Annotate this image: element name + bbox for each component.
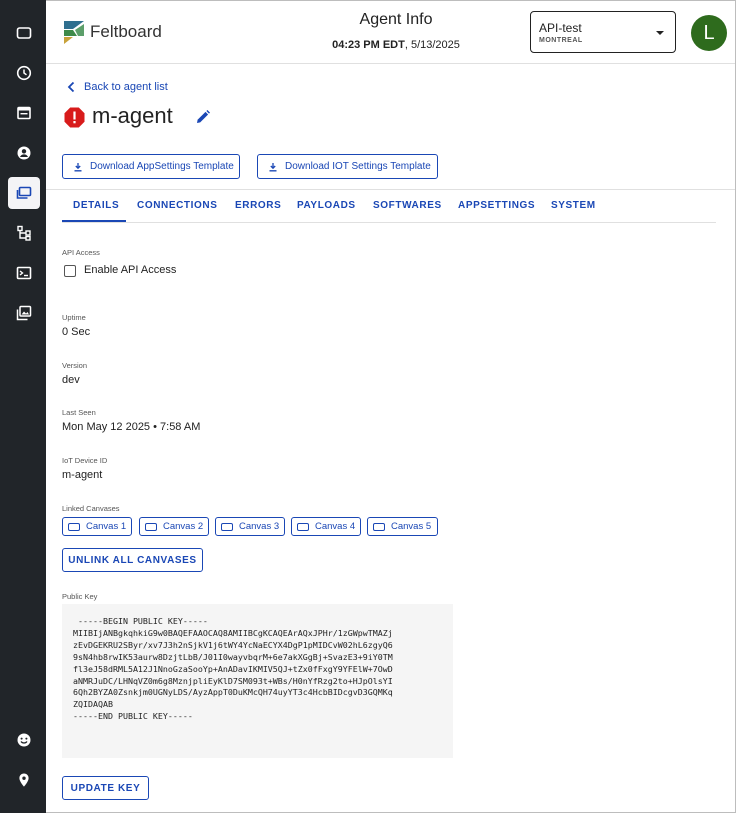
back-link[interactable]: Back to agent list [66,81,168,93]
canvas-chip-2[interactable]: Canvas 2 [139,517,209,536]
linked-canvases-label: Linked Canvases [62,504,120,513]
download-iot-settings-button[interactable]: Download IOT Settings Template [257,154,438,179]
tab-connections[interactable]: CONNECTIONS [137,200,218,211]
canvas-icon [221,522,233,531]
canvas-icon [297,522,309,531]
canvas-chip-label: Canvas 2 [163,521,204,532]
uptime-label: Uptime [62,313,86,322]
uptime-value: 0 Sec [62,326,91,338]
canvas-chip-label: Canvas 4 [315,521,356,532]
clock-icon[interactable] [8,57,40,89]
terminal-icon[interactable] [8,257,40,289]
api-access-label: API Access [62,248,100,257]
tab-errors[interactable]: ERRORS [235,200,281,211]
brand-name: Feltboard [90,22,162,41]
tab-softwares[interactable]: SOFTWARES [373,200,442,211]
download-appsettings-button[interactable]: Download AppSettings Template [62,154,240,179]
agent-name: m-agent [92,103,173,128]
canvas-icon [145,522,157,531]
iot-device-id-value: m-agent [62,469,103,481]
canvas-chip-5[interactable]: Canvas 5 [367,517,438,536]
canvas-chip-3[interactable]: Canvas 3 [215,517,285,536]
version-label: Version [62,361,88,370]
last-seen-label: Last Seen [62,408,96,417]
avatar[interactable]: L [691,15,727,51]
current-time-main: 04:23 PM EDT [332,39,405,51]
tab-appsettings[interactable]: APPSETTINGS [458,200,535,211]
download-appsettings-label: Download AppSettings Template [90,161,234,172]
public-key-label: Public Key [62,592,98,601]
enable-api-checkbox[interactable] [64,265,76,277]
support-icon[interactable] [8,724,40,756]
canvas-icon [373,522,385,531]
chevron-down-icon [656,31,664,35]
tab-payloads[interactable]: PAYLOADS [297,200,356,211]
public-key-value[interactable]: -----BEGIN PUBLIC KEY----- MIIBIjANBgkqh… [62,604,453,758]
monitor-icon[interactable] [8,17,40,49]
update-key-button[interactable]: UPDATE KEY [62,776,149,800]
tab-bar: DETAILS CONNECTIONS ERRORS PAYLOADS SOFT… [62,190,716,223]
edit-icon[interactable] [195,109,211,125]
canvases-icon[interactable] [8,177,40,209]
account-icon[interactable] [8,137,40,169]
media-icon[interactable] [8,297,40,329]
page-title: Agent Info [359,11,433,28]
unlink-all-canvases-button[interactable]: UNLINK ALL CANVASES [62,548,203,572]
canvas-chip-1[interactable]: Canvas 1 [62,517,132,536]
hierarchy-icon[interactable] [8,217,40,249]
canvas-chip-label: Canvas 3 [239,521,280,532]
error-status-icon [64,107,85,128]
enable-api-label[interactable]: Enable API Access [84,264,176,276]
workspace-location: MONTREAL [539,37,583,44]
download-iot-settings-label: Download IOT Settings Template [285,161,431,172]
current-time: 04:23 PM EDT, 5/13/2025 [276,39,516,51]
canvas-chip-4[interactable]: Canvas 4 [291,517,361,536]
feltboard-logo [64,21,84,44]
workspace-selector[interactable]: API-test MONTREAL [530,11,676,53]
download-icon [269,162,277,171]
iot-device-id-label: IoT Device ID [62,456,108,465]
last-seen-value: Mon May 12 2025 • 7:58 AM [62,421,201,433]
canvas-chip-label: Canvas 1 [86,521,127,532]
back-link-label: Back to agent list [84,81,168,93]
download-icon [74,162,82,171]
current-date: , 5/13/2025 [404,39,460,51]
sidebar [0,0,46,813]
active-tab-indicator [62,220,126,222]
location-icon[interactable] [8,764,40,796]
canvas-chip-label: Canvas 5 [391,521,432,532]
version-value: dev [62,374,80,386]
calendar-icon[interactable] [8,97,40,129]
tab-system[interactable]: SYSTEM [551,200,596,211]
top-bar: Feltboard Agent Info 04:23 PM EDT, 5/13/… [46,0,735,64]
tab-details[interactable]: DETAILS [73,200,119,211]
chevron-left-icon [67,81,75,93]
canvas-icon [68,522,80,531]
workspace-name: API-test [539,21,582,35]
